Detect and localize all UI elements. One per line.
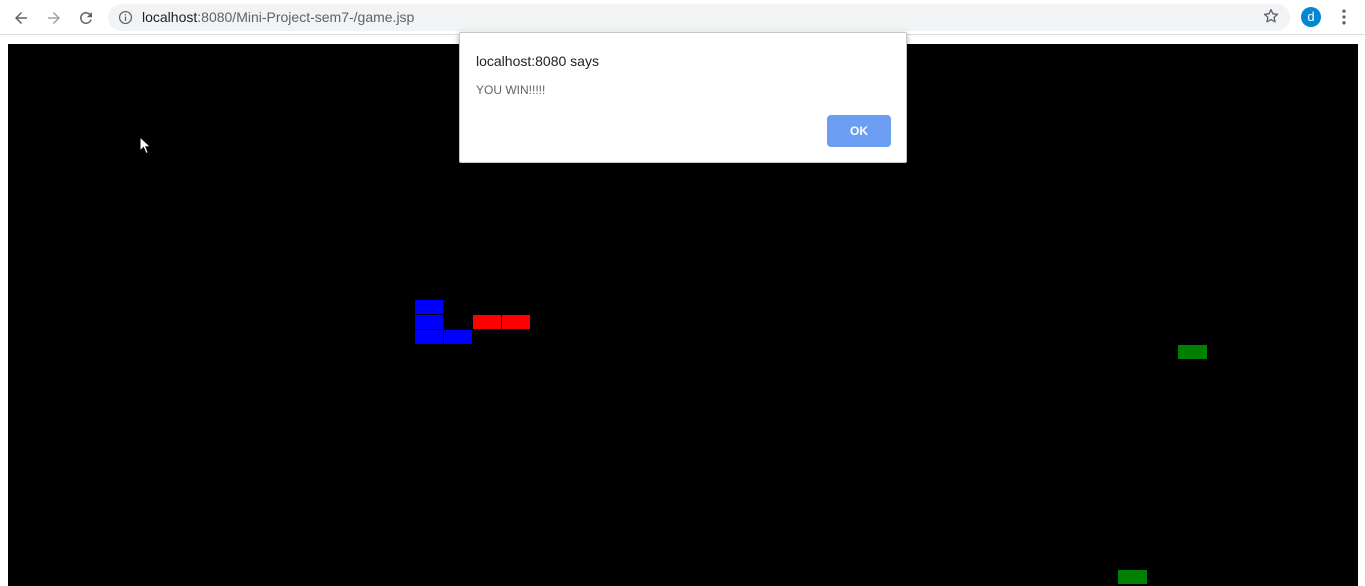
profile-avatar[interactable]: d (1301, 7, 1321, 27)
blue-snake-segment (414, 314, 444, 330)
blue-snake-segment (414, 329, 444, 345)
dialog-title: localhost:8080 says (476, 53, 599, 69)
star-icon[interactable] (1262, 7, 1280, 25)
blue-snake-segment (443, 329, 473, 345)
address-bar[interactable]: localhost:8080/Mini-Project-sem7-/game.j… (108, 4, 1290, 31)
green-food-block (1177, 344, 1208, 360)
dialog-message: YOU WIN!!!!! (476, 83, 546, 97)
kebab-menu-icon[interactable] (1334, 7, 1354, 27)
blue-snake-segment (414, 299, 444, 315)
green-food-block (1117, 569, 1148, 585)
alert-dialog: localhost:8080 says YOU WIN!!!!! OK (459, 32, 907, 163)
url-text: localhost:8080/Mini-Project-sem7-/game.j… (142, 9, 414, 26)
reload-icon[interactable] (73, 5, 99, 31)
browser-toolbar: localhost:8080/Mini-Project-sem7-/game.j… (0, 0, 1365, 35)
mouse-cursor-icon (139, 136, 152, 155)
url-host: localhost (142, 9, 198, 25)
forward-arrow-icon[interactable] (41, 5, 67, 31)
ok-button[interactable]: OK (827, 115, 891, 147)
red-snake-segment (501, 314, 531, 330)
red-snake-segment (472, 314, 502, 330)
info-icon[interactable] (118, 10, 133, 25)
back-arrow-icon[interactable] (8, 5, 34, 31)
url-path: :8080/Mini-Project-sem7-/game.jsp (197, 9, 415, 25)
